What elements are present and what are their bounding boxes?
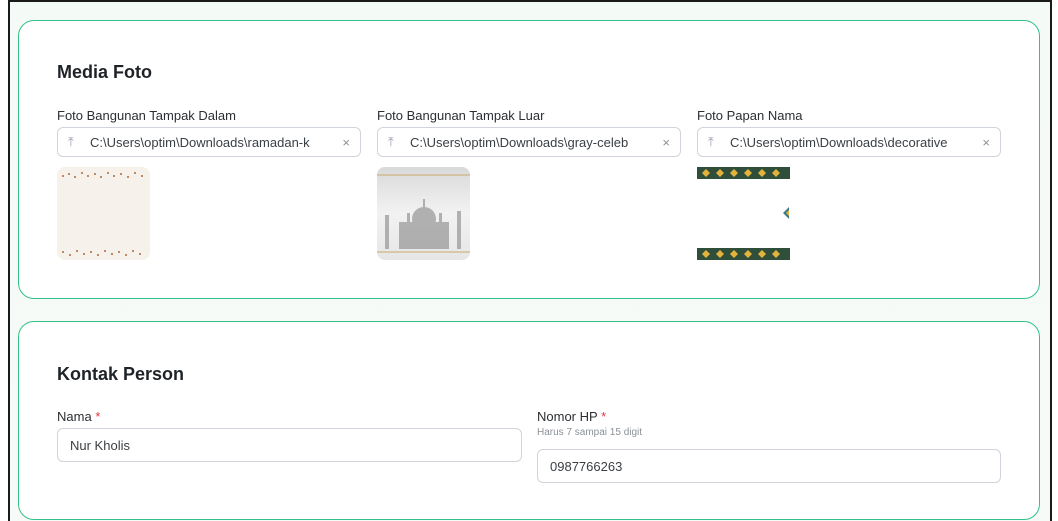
required-mark: * (601, 409, 607, 424)
kontak-person-title: Kontak Person (57, 364, 185, 384)
kontak-person-card (18, 321, 1040, 520)
nama-label: Nama * (57, 409, 100, 424)
foto-luar-thumbnail[interactable] (377, 167, 470, 260)
close-icon[interactable]: × (974, 135, 990, 150)
close-icon[interactable]: × (654, 135, 670, 150)
file-path: C:\Users\optim\Downloads\decorative (730, 134, 948, 150)
file-path: C:\Users\optim\Downloads\gray-celeb (410, 134, 629, 150)
nomor-hp-helper: Harus 7 sampai 15 digit (537, 427, 643, 438)
foto-papan-nama-file-input[interactable]: ⤒ C:\Users\optim\Downloads\decorative × (697, 127, 1001, 157)
close-icon[interactable]: × (334, 135, 350, 150)
file-path: C:\Users\optim\Downloads\ramadan-k (90, 134, 310, 150)
required-mark: * (95, 409, 101, 424)
foto-dalam-file-input[interactable]: ⤒ C:\Users\optim\Downloads\ramadan-k × (57, 127, 361, 157)
nama-input[interactable]: Nur Kholis (57, 428, 522, 462)
foto-luar-file-input[interactable]: ⤒ C:\Users\optim\Downloads\gray-celeb × (377, 127, 681, 157)
foto-papan-nama-thumbnail[interactable] (697, 167, 790, 260)
media-foto-title: Media Foto (57, 62, 152, 82)
nama-label-text: Nama (57, 409, 92, 424)
foto-dalam-thumbnail[interactable] (57, 167, 150, 260)
media-foto-card (18, 20, 1040, 299)
nomor-hp-value: 0987766263 (550, 458, 623, 474)
upload-icon: ⤒ (708, 134, 714, 149)
foto-luar-label: Foto Bangunan Tampak Luar (377, 108, 545, 123)
nomor-hp-input[interactable]: 0987766263 (537, 449, 1001, 483)
nama-value: Nur Kholis (70, 437, 130, 453)
nomor-hp-label-text: Nomor HP (537, 409, 598, 424)
foto-dalam-label: Foto Bangunan Tampak Dalam (57, 108, 236, 123)
upload-icon: ⤒ (68, 134, 74, 149)
foto-papan-nama-label: Foto Papan Nama (697, 108, 803, 123)
upload-icon: ⤒ (388, 134, 394, 149)
nomor-hp-label: Nomor HP * (537, 409, 606, 424)
